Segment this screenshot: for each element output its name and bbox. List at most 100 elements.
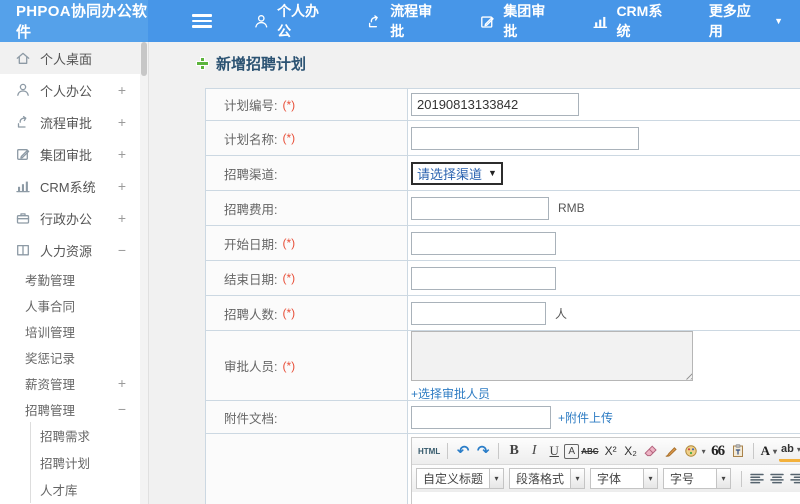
toolbar-separator xyxy=(447,443,449,459)
blockquote-button[interactable]: 66 xyxy=(708,441,728,462)
justifyleft-button[interactable] xyxy=(747,468,767,489)
combo-caret-icon[interactable]: ▾ xyxy=(489,469,504,488)
align-center-icon xyxy=(769,471,785,487)
headcount-input[interactable] xyxy=(411,301,546,325)
underline-button[interactable]: U xyxy=(544,441,564,462)
expand-toggle[interactable]: + xyxy=(118,82,126,98)
form-row-content-editor: HTML ↶ ↷ B I U A ABC X² X₂ ▾ 66 A ▾ ab 自… xyxy=(206,434,800,504)
form-row-approvers: 审批人员: (*) +选择审批人员 xyxy=(206,330,800,402)
plan-name-input[interactable] xyxy=(411,126,639,150)
field-label: 计划名称: xyxy=(224,132,278,147)
source-button[interactable]: HTML xyxy=(416,441,442,462)
expand-toggle[interactable]: − xyxy=(118,242,126,258)
editor-combo[interactable]: 字体 ▾ xyxy=(590,468,659,489)
sidebar-subitem[interactable]: 人事合同 xyxy=(0,292,140,318)
align-left-icon xyxy=(749,471,765,487)
combo-caret-icon[interactable]: ▾ xyxy=(643,469,658,488)
sidebar-item[interactable]: 个人桌面 xyxy=(0,42,140,74)
expand-toggle[interactable]: + xyxy=(118,114,126,130)
sidebar: 个人桌面 个人办公 + 流程审批 + 集团审批 + CRM系统 + 行政办公 +… xyxy=(0,42,140,504)
editor-combo[interactable]: 段落格式 ▾ xyxy=(509,468,586,489)
fee-unit: RMB xyxy=(558,201,585,215)
editor-combo[interactable]: 自定义标题 ▾ xyxy=(416,468,505,489)
expand-toggle[interactable]: + xyxy=(118,210,126,226)
nav-item[interactable]: CRM系统 xyxy=(592,1,675,41)
sidebar-subitem[interactable]: 薪资管理 + xyxy=(0,370,140,396)
italic-button[interactable]: I xyxy=(524,441,544,462)
field-label: 招聘人数: xyxy=(224,307,278,322)
bold-button[interactable]: B xyxy=(504,441,524,462)
required-marker: (*) xyxy=(282,97,296,112)
strikethrough-button[interactable]: ABC xyxy=(579,441,600,462)
justifyright-button[interactable] xyxy=(787,468,800,489)
form-row-headcount: 招聘人数: (*) 人 xyxy=(206,296,800,331)
required-marker: (*) xyxy=(282,306,296,320)
sidebar-item[interactable]: 流程审批 + xyxy=(0,106,140,138)
formatmatch-button[interactable] xyxy=(661,441,681,462)
fontborder-button[interactable]: A xyxy=(564,443,580,459)
attachment-input[interactable] xyxy=(411,405,551,429)
caret-down-icon: ▾ xyxy=(701,446,706,456)
channel-select[interactable]: 请选择渠道 ▼ xyxy=(411,161,503,185)
sidebar-item[interactable]: 行政办公 + xyxy=(0,202,140,234)
expand-toggle[interactable]: − xyxy=(118,401,126,417)
redo-button[interactable]: ↷ xyxy=(473,441,493,462)
nav-item[interactable]: 流程审批 xyxy=(366,1,445,41)
justifycenter-button[interactable] xyxy=(767,468,787,489)
caret-down-icon: ▼ xyxy=(774,16,783,26)
sidebar-subitem[interactable]: 奖惩记录 xyxy=(0,344,140,370)
align-right-icon xyxy=(789,471,800,487)
nav-item[interactable]: 个人办公 xyxy=(253,1,332,41)
attachment-upload-link[interactable]: +附件上传 xyxy=(558,409,613,426)
removeformat-button[interactable] xyxy=(641,441,661,462)
sidebar-nested-item[interactable]: 招聘计划 xyxy=(31,449,140,476)
menu-toggle-icon[interactable] xyxy=(191,14,212,28)
expand-toggle[interactable]: + xyxy=(118,375,126,391)
sidebar-subitem[interactable]: 招聘管理 − xyxy=(0,396,140,422)
sidebar-item[interactable]: CRM系统 + xyxy=(0,170,140,202)
expand-toggle[interactable]: + xyxy=(118,178,126,194)
sidebar-item[interactable]: 人力资源 − xyxy=(0,234,140,266)
superscript-button[interactable]: X² xyxy=(601,441,621,462)
nav-item[interactable]: 更多应用 ▼ xyxy=(709,1,783,41)
fee-input[interactable] xyxy=(411,196,549,220)
sidebar-nested-item[interactable]: 人才库 xyxy=(31,476,140,503)
required-marker: (*) xyxy=(282,236,296,250)
book-icon xyxy=(15,242,31,258)
required-marker: (*) xyxy=(282,271,296,285)
autotypeset-button[interactable]: ▾ xyxy=(681,441,708,462)
plan-no-input[interactable] xyxy=(411,93,579,116)
sidebar-subitem[interactable]: 培训管理 xyxy=(0,318,140,344)
editor-content-area[interactable] xyxy=(412,492,800,504)
scrollbar-thumb[interactable] xyxy=(141,42,147,76)
nav-item[interactable]: 集团审批 xyxy=(479,1,558,41)
backcolor-button[interactable]: ab ▾ xyxy=(778,441,800,462)
start-date-input[interactable] xyxy=(411,231,556,255)
forecolor-button[interactable]: A ▾ xyxy=(759,441,779,462)
editor-toolbar-row1: HTML ↶ ↷ B I U A ABC X² X₂ ▾ 66 A ▾ ab xyxy=(412,438,800,465)
select-approvers-link[interactable]: +选择审批人员 xyxy=(411,385,490,402)
sidebar-subitem[interactable]: 考勤管理 xyxy=(0,266,140,292)
undo-button[interactable]: ↶ xyxy=(453,441,473,462)
app-window: PHPOA协同办公软件 个人办公 流程审批 集团审批 CRM系统 更多应用 ▼ … xyxy=(0,0,800,504)
end-date-input[interactable] xyxy=(411,266,556,290)
field-label: 招聘渠道: xyxy=(224,167,278,182)
combo-caret-icon[interactable]: ▾ xyxy=(716,469,731,488)
editor-combo[interactable]: 字号 ▾ xyxy=(663,468,732,489)
combo-caret-icon[interactable]: ▾ xyxy=(570,469,585,488)
editor-toolbar-row2: 自定义标题 ▾ 段落格式 ▾ 字体 ▾ 字号 ▾ xyxy=(412,465,800,492)
chart-icon xyxy=(15,178,31,194)
subscript-button[interactable]: X₂ xyxy=(621,441,641,462)
field-label: 审批人员: xyxy=(224,360,278,374)
sidebar-item[interactable]: 集团审批 + xyxy=(0,138,140,170)
sidebar-item[interactable]: 个人办公 + xyxy=(0,74,140,106)
form-row-channel: 招聘渠道: 请选择渠道 ▼ xyxy=(206,156,800,191)
approvers-textarea[interactable] xyxy=(411,330,693,381)
sidebar-nested-item[interactable]: 招聘需求 xyxy=(31,422,140,449)
field-label: 计划编号: xyxy=(224,99,278,113)
pastetext-button[interactable] xyxy=(728,441,748,462)
expand-toggle[interactable]: + xyxy=(118,146,126,162)
sidebar-scrollbar[interactable] xyxy=(140,42,149,504)
app-logo: PHPOA协同办公软件 xyxy=(0,0,148,42)
field-label: 招聘费用: xyxy=(224,202,278,217)
